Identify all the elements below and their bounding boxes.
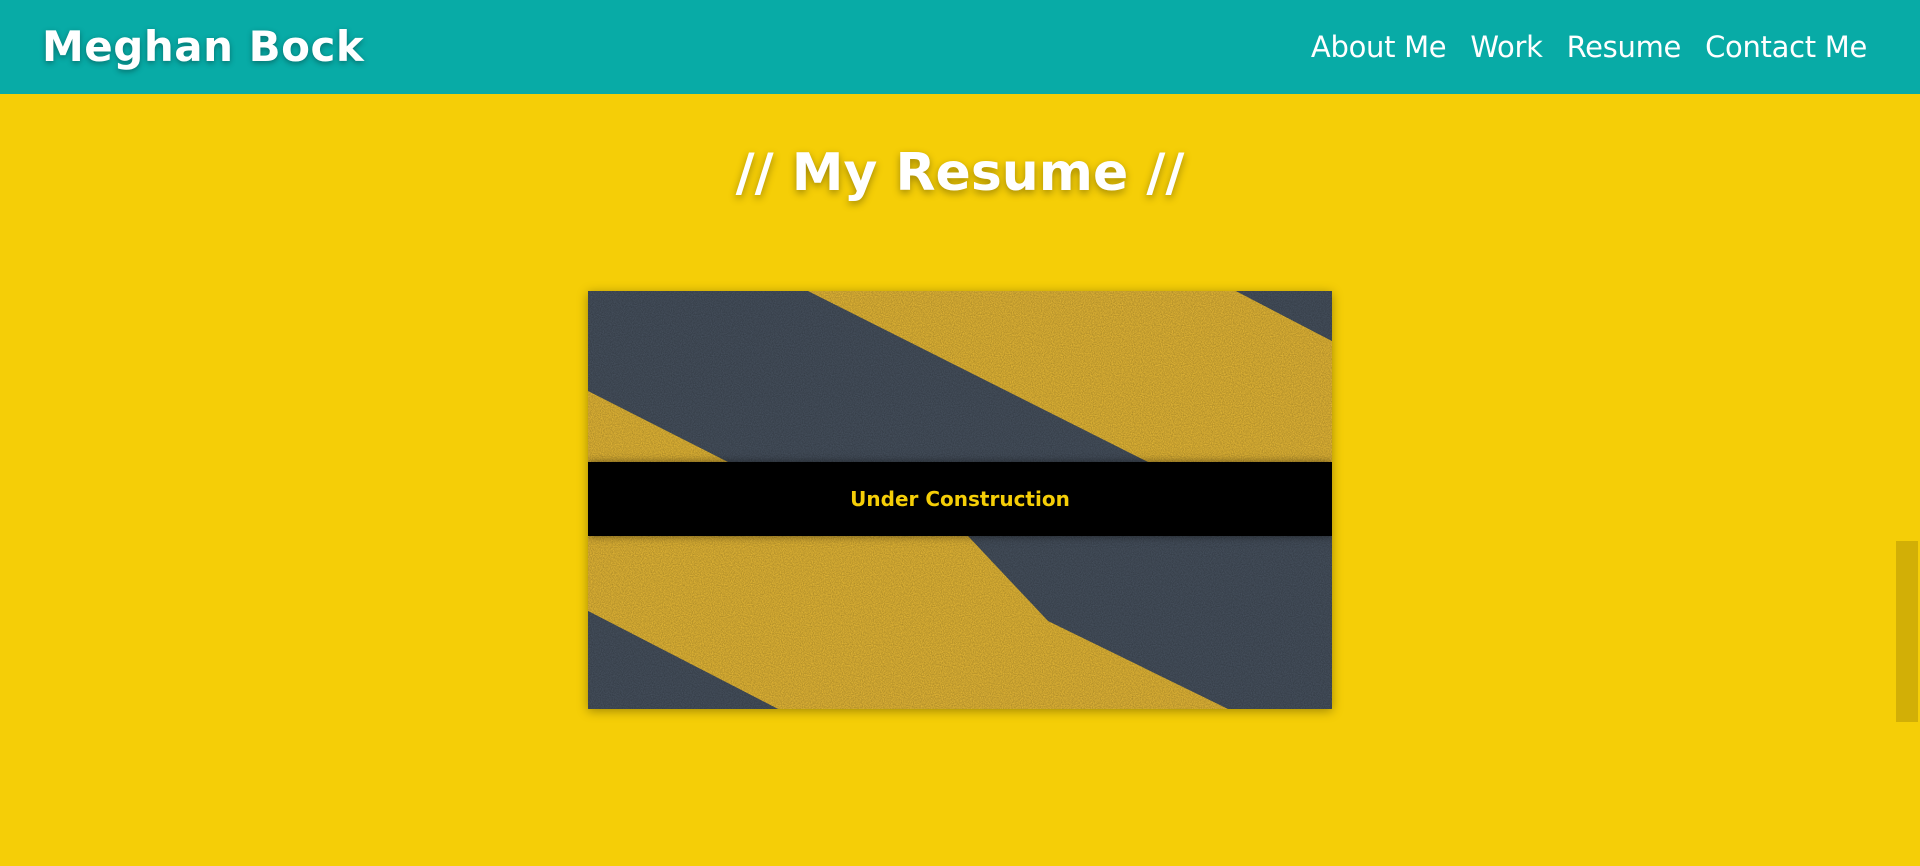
banner-text: Under Construction (850, 487, 1070, 511)
main-nav: About Me Work Resume Contact Me (1311, 28, 1867, 66)
page-title: // My Resume // (735, 143, 1185, 203)
nav-item-work[interactable]: Work (1470, 28, 1543, 66)
site-header: Meghan Bock About Me Work Resume Contact… (0, 0, 1920, 94)
nav-item-contact-me[interactable]: Contact Me (1705, 28, 1867, 66)
nav-item-resume[interactable]: Resume (1567, 28, 1682, 66)
site-brand[interactable]: Meghan Bock (42, 22, 364, 72)
under-construction-banner: Under Construction (588, 462, 1332, 536)
resume-card: Under Construction (588, 291, 1332, 709)
scrollbar-thumb[interactable] (1896, 541, 1918, 722)
nav-item-about-me[interactable]: About Me (1311, 28, 1447, 66)
